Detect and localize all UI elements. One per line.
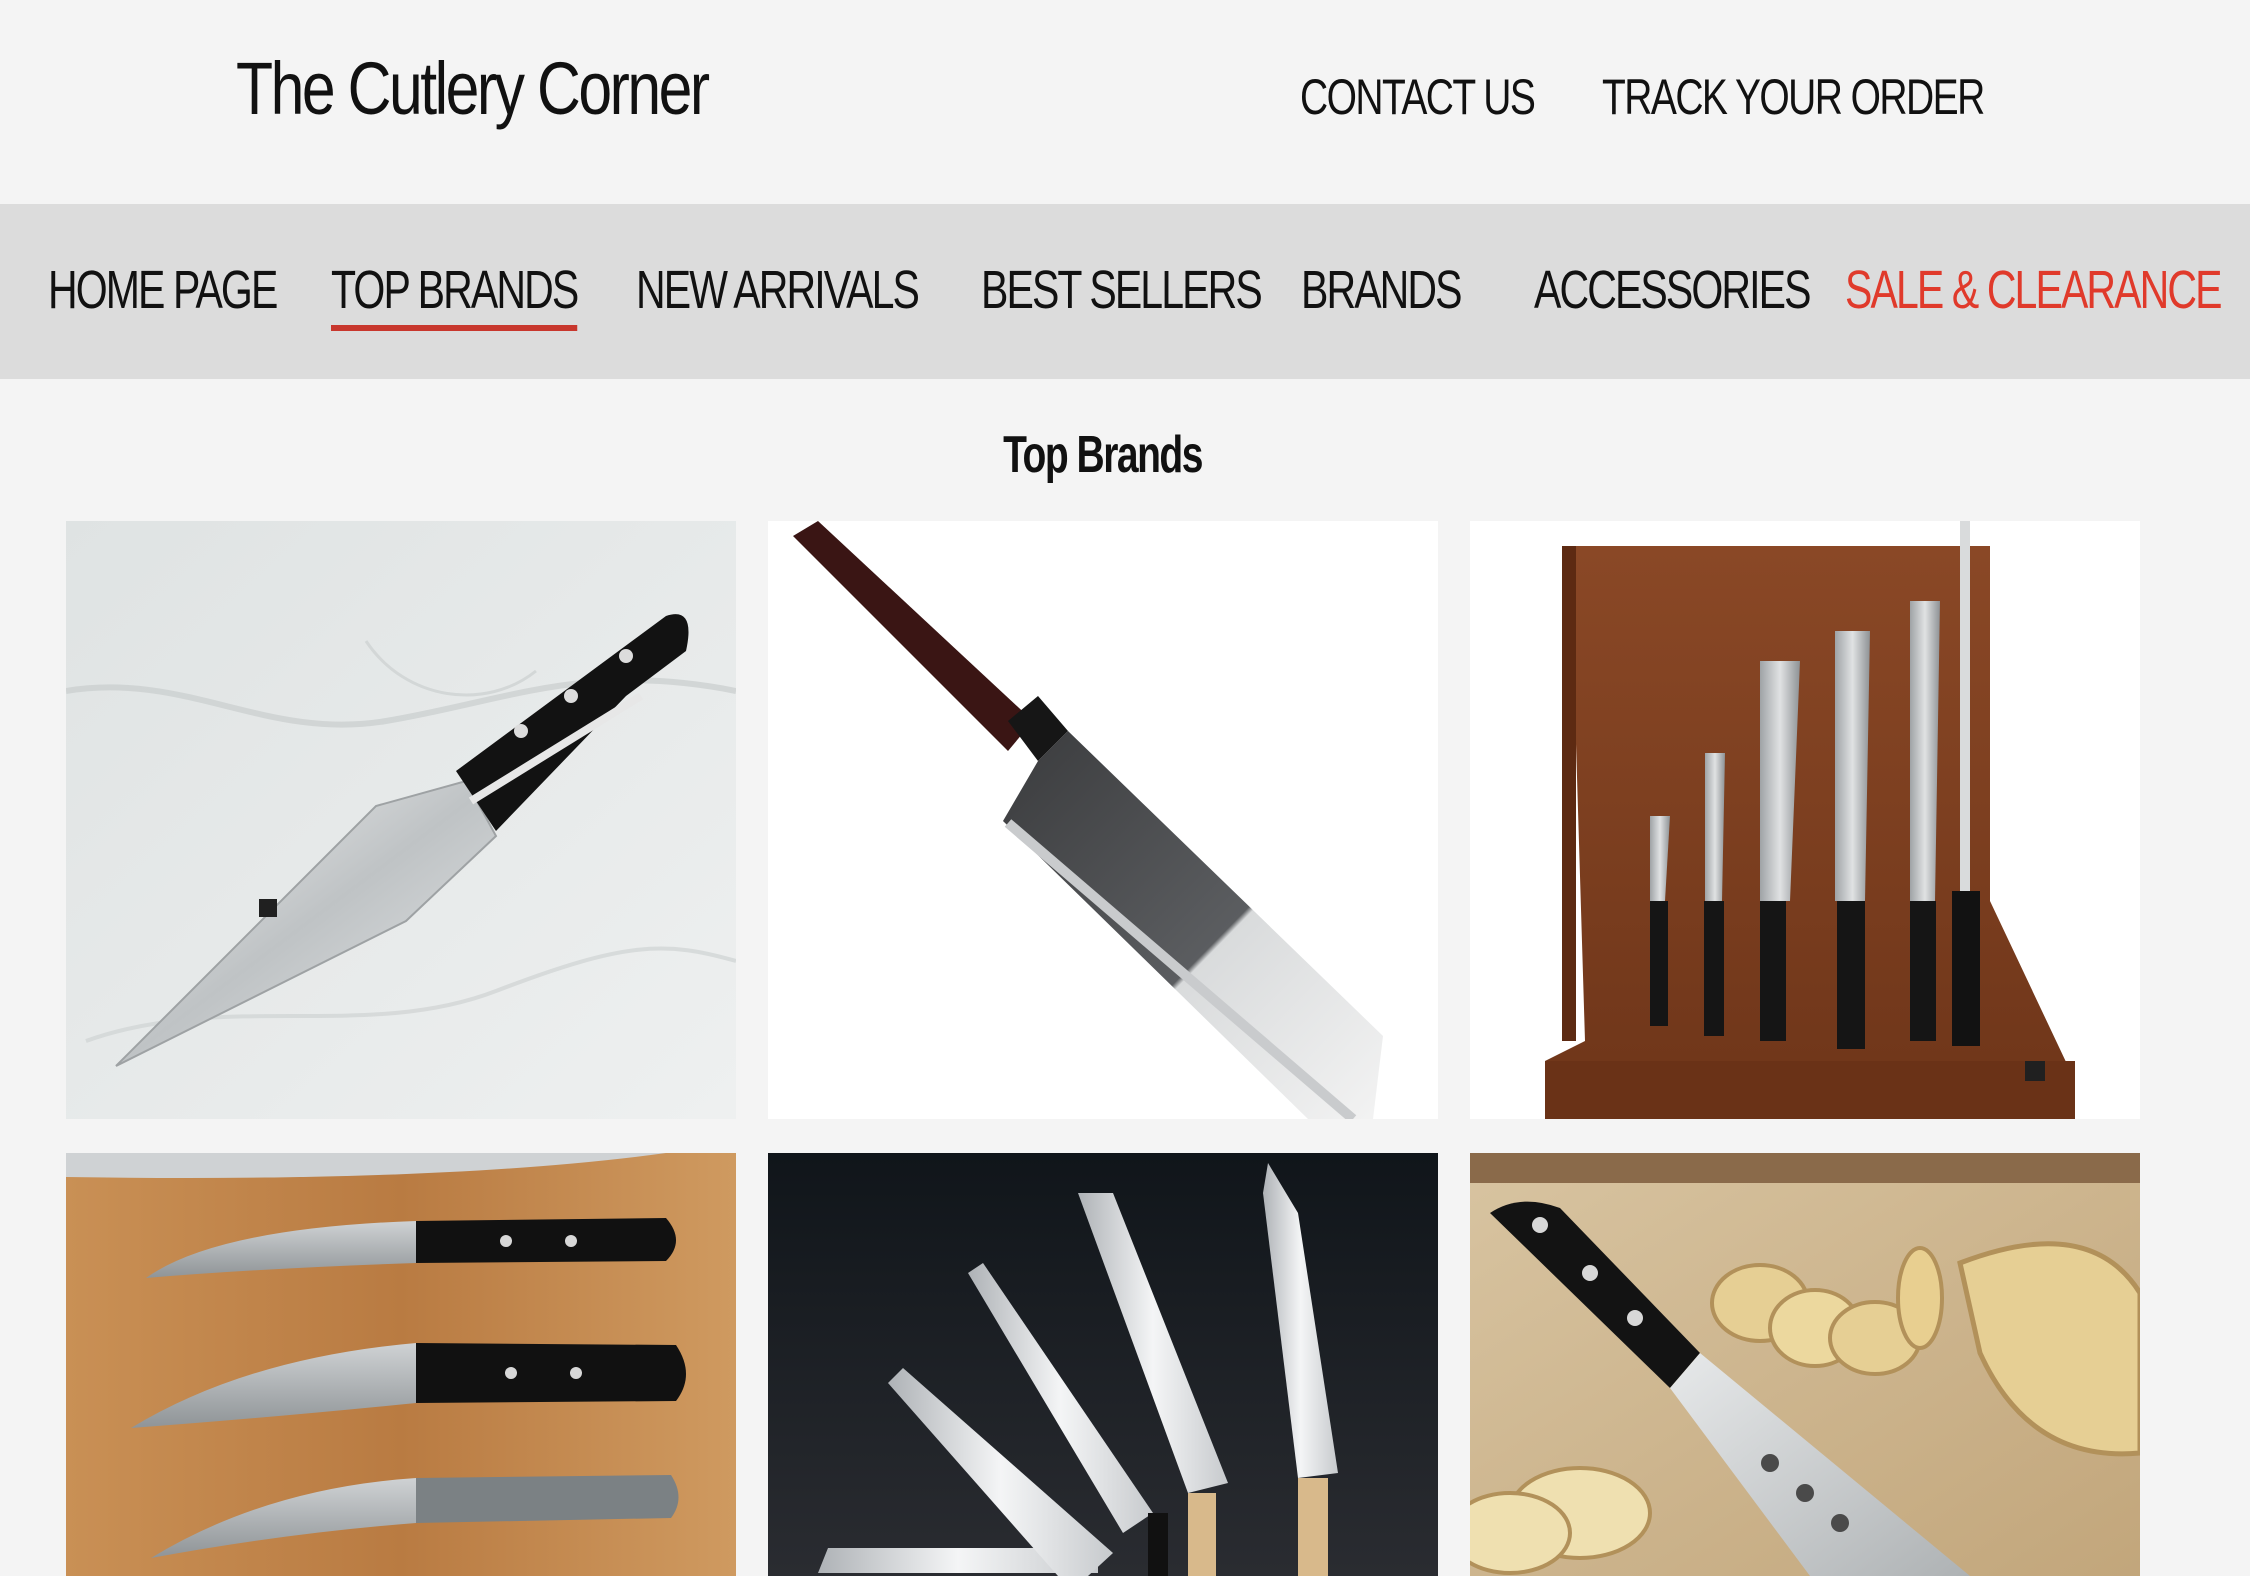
knife-block-image	[1470, 521, 2140, 1119]
nav-item-top-brands[interactable]: TOP BRANDS	[331, 259, 579, 331]
nav-item-accessories[interactable]: ACCESSORIES	[1534, 259, 1811, 325]
japanese-knife-image	[768, 521, 1438, 1119]
knives-on-board-image	[66, 1153, 736, 1576]
chef-knife-marble-image	[66, 521, 736, 1119]
brand-tile-chef-knife-potatoes[interactable]	[1470, 1153, 2140, 1576]
brand-tile-chef-knife-marble[interactable]	[66, 521, 736, 1119]
contact-us-link[interactable]: CONTACT US	[1300, 68, 1536, 126]
chef-knife-potatoes-image	[1470, 1153, 2140, 1576]
brand-tile-japanese-knives-dark[interactable]	[768, 1153, 1438, 1576]
nav-item-brands[interactable]: BRANDS	[1301, 259, 1463, 325]
section-title: Top Brands	[1003, 426, 1204, 484]
site-title[interactable]: The Cutlery Corner	[236, 46, 710, 131]
nav-item-home-page[interactable]: HOME PAGE	[48, 259, 278, 325]
brand-tile-knife-block-set[interactable]	[1470, 521, 2140, 1119]
main-nav: HOME PAGE TOP BRANDS NEW ARRIVALS BEST S…	[0, 204, 2250, 379]
nav-item-sale-clearance[interactable]: SALE & CLEARANCE	[1845, 259, 2222, 325]
track-order-link[interactable]: TRACK YOUR ORDER	[1602, 68, 1985, 126]
site-header: The Cutlery Corner CONTACT US TRACK YOUR…	[0, 0, 2250, 204]
nav-item-new-arrivals[interactable]: NEW ARRIVALS	[636, 259, 920, 325]
brand-tile-japanese-knife[interactable]	[768, 521, 1438, 1119]
japanese-knives-dark-image	[768, 1153, 1438, 1576]
brand-tile-knives-on-board[interactable]	[66, 1153, 736, 1576]
nav-item-best-sellers[interactable]: BEST SELLERS	[981, 259, 1263, 325]
